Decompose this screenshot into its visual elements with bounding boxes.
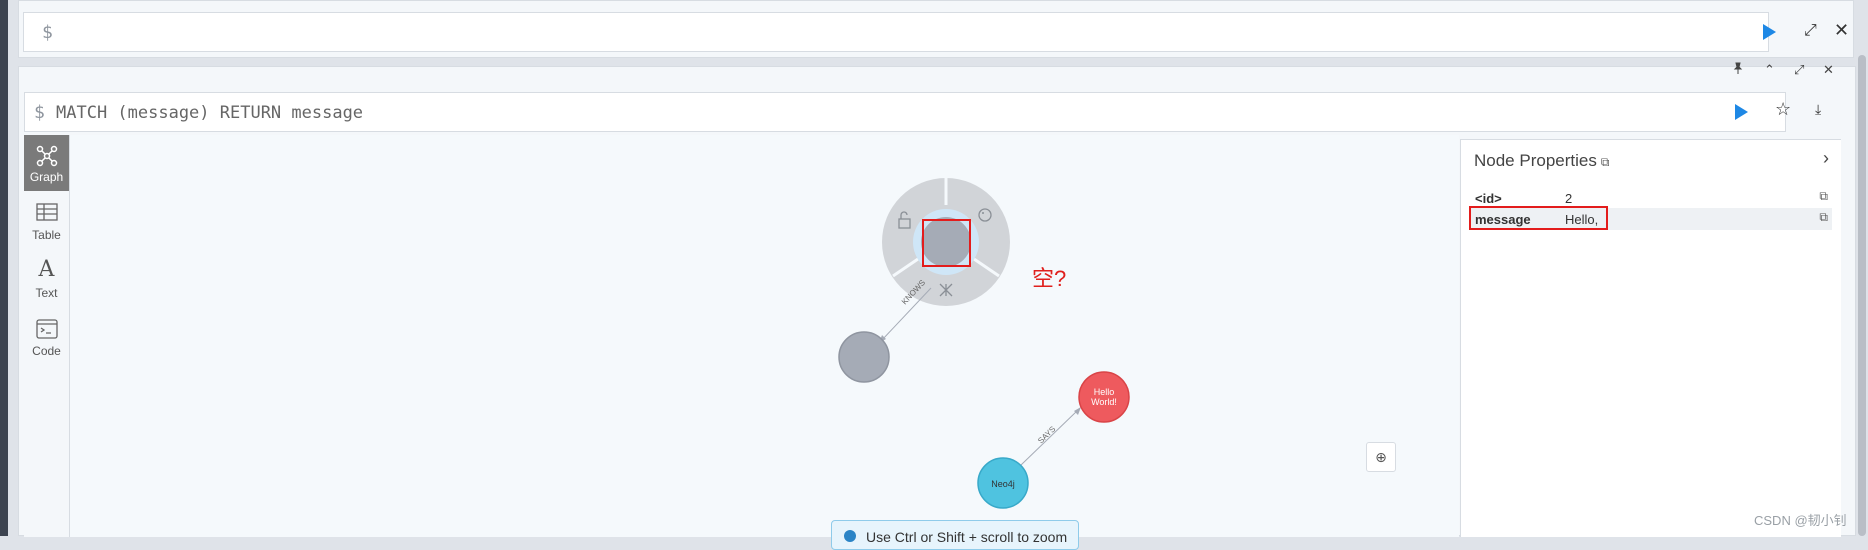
- editor-input[interactable]: $: [23, 12, 1769, 52]
- hello-node-line1: Hello: [1094, 387, 1115, 397]
- query-editor: $ ⤢ ✕: [18, 0, 1854, 58]
- table-icon: [36, 203, 58, 221]
- tab-table[interactable]: Table: [24, 193, 69, 249]
- highlight-box-node: [922, 219, 971, 267]
- zoom-hint-text: Use Ctrl or Shift + scroll to zoom: [866, 529, 1068, 545]
- code-icon: [36, 319, 58, 339]
- window-edge: [0, 0, 8, 536]
- tab-code-label: Code: [32, 344, 61, 358]
- hello-node-line2: World!: [1091, 397, 1117, 407]
- close-frame-icon[interactable]: ✕: [1823, 62, 1834, 78]
- editor-prompt: $: [42, 22, 53, 43]
- expand-icon[interactable]: ⤢: [1804, 23, 1817, 39]
- zoom-in-button[interactable]: ⊕: [1366, 442, 1396, 472]
- property-value[interactable]: 2: [1565, 191, 1572, 206]
- info-icon: [844, 530, 856, 542]
- frame-query-bar[interactable]: $ MATCH (message) RETURN message: [24, 92, 1786, 132]
- close-icon[interactable]: ✕: [1834, 21, 1849, 39]
- relationship-says-label: SAYS: [1036, 425, 1057, 446]
- graph-canvas[interactable]: KNOWS SAYS Hello World! Neo4j 空?: [70, 135, 1459, 537]
- node-properties-panel: Node Properties ⧉ › <id> 2 ⧉ message Hell…: [1460, 139, 1841, 537]
- result-frame: ⌃ ⤢ ✕ $ MATCH (message) RETURN message ☆…: [18, 62, 1856, 550]
- scrollbar-thumb[interactable]: [1858, 55, 1866, 536]
- copy-all-icon[interactable]: ⧉: [1601, 155, 1610, 169]
- collapse-icon[interactable]: ⌃: [1764, 62, 1775, 78]
- view-tabs: Graph Table A Text Code: [24, 135, 70, 537]
- query-text[interactable]: MATCH (message) RETURN message: [56, 103, 363, 123]
- query-prompt: $: [34, 102, 45, 123]
- zoom-in-icon: ⊕: [1375, 449, 1387, 465]
- tab-graph-label: Graph: [29, 170, 64, 184]
- tab-text[interactable]: A Text: [24, 251, 69, 307]
- page-scrollbar[interactable]: [1856, 0, 1868, 536]
- watermark: CSDN @韧小钊: [1754, 513, 1847, 528]
- tab-graph[interactable]: Graph: [24, 135, 69, 191]
- zoom-hint-toast: Use Ctrl or Shift + scroll to zoom: [831, 520, 1079, 550]
- collapse-panel-icon[interactable]: ›: [1823, 148, 1829, 169]
- fullscreen-icon[interactable]: ⤢: [1794, 62, 1804, 78]
- copy-icon[interactable]: ⧉: [1819, 210, 1828, 225]
- rerun-query-button[interactable]: [1735, 104, 1748, 120]
- favorite-star-icon[interactable]: ☆: [1775, 100, 1791, 118]
- highlight-box-message: [1469, 206, 1608, 230]
- tab-table-label: Table: [32, 228, 61, 242]
- properties-title-text: Node Properties: [1474, 151, 1597, 170]
- neo4j-node-label: Neo4j: [991, 479, 1015, 489]
- run-query-button[interactable]: [1763, 24, 1776, 40]
- properties-title: Node Properties ⧉: [1474, 151, 1609, 171]
- tab-code[interactable]: Code: [24, 309, 69, 365]
- empty-node[interactable]: [838, 331, 890, 383]
- text-icon: A: [38, 257, 55, 282]
- annotation-text: 空?: [1032, 266, 1067, 291]
- property-key: <id>: [1475, 191, 1502, 206]
- download-icon[interactable]: ⤓: [1815, 101, 1821, 117]
- graph-icon: [36, 145, 58, 167]
- pin-icon[interactable]: [1733, 62, 1743, 78]
- copy-icon[interactable]: ⧉: [1819, 189, 1828, 204]
- tab-text-label: Text: [35, 286, 58, 300]
